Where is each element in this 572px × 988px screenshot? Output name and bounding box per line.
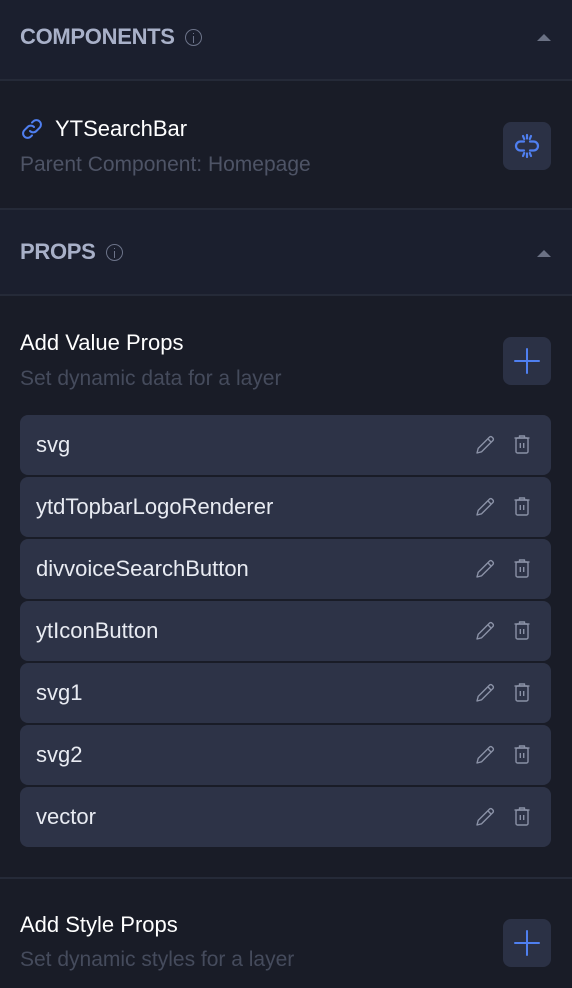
add-value-prop-button[interactable] [503,337,551,385]
section-divider [0,877,572,879]
prop-name: vector [36,804,96,829]
trash-icon[interactable] [513,806,531,828]
value-props-subtitle: Set dynamic data for a layer [20,367,282,390]
unlink-icon [514,133,540,159]
props-title-wrap: PROPS [20,239,123,265]
component-name-row: YTSearchBar [20,116,187,142]
prop-name: divvoiceSearchButton [36,556,249,581]
prop-name: ytdTopbarLogoRenderer [36,494,274,519]
caret-up-icon[interactable] [537,34,551,41]
edit-icon[interactable] [474,744,496,766]
prop-list-item[interactable]: divvoiceSearchButton [20,539,551,599]
style-props-subtitle: Set dynamic styles for a layer [20,948,295,971]
style-props-title: Add Style Props [20,912,178,937]
info-icon[interactable] [184,28,202,46]
trash-icon[interactable] [513,744,531,766]
add-style-prop-button[interactable] [503,919,551,967]
trash-icon[interactable] [513,558,531,580]
components-title-wrap: COMPONENTS [20,24,202,50]
edit-icon[interactable] [474,558,496,580]
edit-icon[interactable] [474,806,496,828]
unlink-component-button[interactable] [503,122,551,170]
prop-actions [474,434,531,456]
props-section-header[interactable]: PROPS [0,210,572,296]
prop-actions [474,806,531,828]
prop-list-item[interactable]: ytdTopbarLogoRenderer [20,477,551,537]
trash-icon[interactable] [513,496,531,518]
prop-list-item[interactable]: svg2 [20,725,551,785]
plus-icon [514,348,540,374]
plus-icon [514,930,540,956]
edit-icon[interactable] [474,496,496,518]
prop-list-item[interactable]: vector [20,787,551,847]
value-props-list: svg ytdTopbarLogoRenderer divvoiceSearch… [20,415,551,849]
edit-icon[interactable] [474,434,496,456]
components-section-header[interactable]: COMPONENTS [0,0,572,81]
prop-list-item[interactable]: ytIconButton [20,601,551,661]
component-info-panel: YTSearchBar Parent Component: Homepage [0,81,572,210]
parent-component-label: Parent Component: Homepage [20,153,311,176]
info-icon[interactable] [105,243,123,261]
trash-icon[interactable] [513,620,531,642]
prop-list-item[interactable]: svg1 [20,663,551,723]
trash-icon[interactable] [513,682,531,704]
trash-icon[interactable] [513,434,531,456]
prop-name: svg [36,432,71,457]
prop-actions [474,620,531,642]
caret-up-icon[interactable] [537,250,551,257]
component-name: YTSearchBar [55,116,188,141]
prop-actions [474,744,531,766]
prop-name: svg1 [36,680,83,705]
prop-list-item[interactable]: svg [20,415,551,475]
prop-name: ytIconButton [36,618,159,643]
link-icon [22,119,42,139]
prop-name: svg2 [36,742,83,767]
prop-actions [474,558,531,580]
edit-icon[interactable] [474,620,496,642]
value-props-title: Add Value Props [20,330,184,355]
edit-icon[interactable] [474,682,496,704]
components-title: COMPONENTS [20,24,175,49]
prop-actions [474,496,531,518]
prop-actions [474,682,531,704]
props-title: PROPS [20,239,96,264]
